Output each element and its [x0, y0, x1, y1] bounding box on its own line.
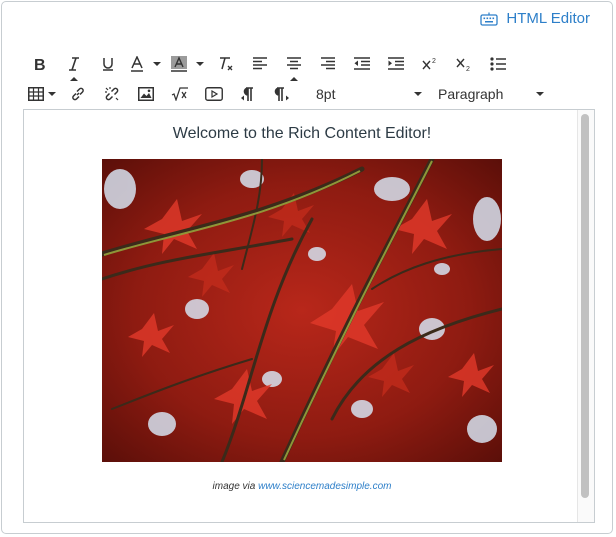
font-size-select[interactable]: 8pt [316, 83, 422, 105]
superscript-icon: 2 [422, 57, 438, 71]
scrollbar-thumb[interactable] [581, 114, 589, 498]
unlink-button[interactable] [100, 82, 124, 106]
content-image[interactable] [102, 159, 502, 462]
align-right-button[interactable] [316, 52, 340, 76]
image-button[interactable] [134, 82, 158, 106]
align-left-button[interactable] [248, 52, 272, 76]
align-left-icon [252, 57, 268, 71]
block-format-select[interactable]: Paragraph [438, 83, 544, 105]
text-color-button[interactable] [130, 52, 161, 76]
bullet-list-button[interactable] [486, 52, 510, 76]
keyboard-icon [480, 12, 499, 26]
clear-formatting-icon [218, 56, 234, 72]
pilcrow-ltr-icon [240, 86, 256, 102]
bullet-list-icon [490, 57, 506, 71]
clear-formatting-button[interactable] [214, 52, 238, 76]
media-icon [205, 87, 223, 101]
ltr-direction-button[interactable] [236, 82, 260, 106]
math-equation-icon [171, 87, 189, 101]
html-editor-toggle[interactable]: HTML Editor [480, 10, 590, 27]
toolbar-row-formatting: B 2 2 [28, 52, 520, 81]
chevron-down-icon [536, 92, 544, 96]
indent-button[interactable] [384, 52, 408, 76]
chevron-down-icon [414, 92, 422, 96]
content-heading: Welcome to the Rich Content Editor! [172, 125, 432, 142]
media-button[interactable] [202, 82, 226, 106]
align-center-button[interactable] [282, 52, 306, 81]
chevron-down-icon [48, 92, 56, 96]
pilcrow-rtl-icon [274, 86, 290, 102]
subscript-icon: 2 [456, 57, 472, 71]
vertical-scrollbar[interactable] [577, 110, 594, 522]
active-indicator [290, 77, 298, 81]
subscript-button[interactable]: 2 [452, 52, 476, 76]
indent-icon [387, 57, 405, 71]
toolbar-row-insert [28, 82, 304, 106]
caption-link[interactable]: www.sciencemadesimple.com [258, 481, 391, 492]
rich-content-editor: HTML Editor B 2 2 8pt Paragraph Welcome … [1, 1, 613, 534]
caption-prefix: image via [212, 481, 259, 492]
active-indicator [70, 77, 78, 81]
rtl-direction-button[interactable] [270, 82, 294, 106]
editor-content-area[interactable]: Welcome to the Rich Content Editor! imag… [23, 109, 595, 523]
outdent-button[interactable] [350, 52, 374, 76]
underline-icon [101, 56, 115, 72]
underline-button[interactable] [96, 52, 120, 76]
chevron-down-icon [153, 62, 161, 66]
background-color-icon [171, 56, 187, 72]
table-icon [28, 87, 44, 101]
superscript-button[interactable]: 2 [418, 52, 442, 76]
bold-icon: B [33, 56, 47, 72]
image-caption: image via www.sciencemadesimple.com [24, 481, 580, 492]
unlink-icon [103, 85, 121, 103]
link-icon [70, 86, 86, 102]
svg-text:2: 2 [466, 66, 470, 71]
svg-text:2: 2 [432, 58, 436, 65]
background-color-button[interactable] [171, 52, 204, 76]
table-button[interactable] [28, 82, 56, 106]
italic-button[interactable] [62, 52, 86, 81]
outdent-icon [353, 57, 371, 71]
align-right-icon [320, 57, 336, 71]
text-color-icon [130, 56, 144, 72]
link-button[interactable] [66, 82, 90, 106]
italic-icon [67, 56, 81, 72]
math-equation-button[interactable] [168, 82, 192, 106]
image-icon [138, 87, 154, 101]
bold-button[interactable]: B [28, 52, 52, 76]
font-size-value: 8pt [316, 86, 336, 102]
block-format-value: Paragraph [438, 86, 504, 102]
svg-text:B: B [34, 57, 46, 72]
chevron-down-icon [196, 62, 204, 66]
html-editor-label: HTML Editor [506, 10, 590, 27]
align-center-icon [286, 57, 302, 71]
